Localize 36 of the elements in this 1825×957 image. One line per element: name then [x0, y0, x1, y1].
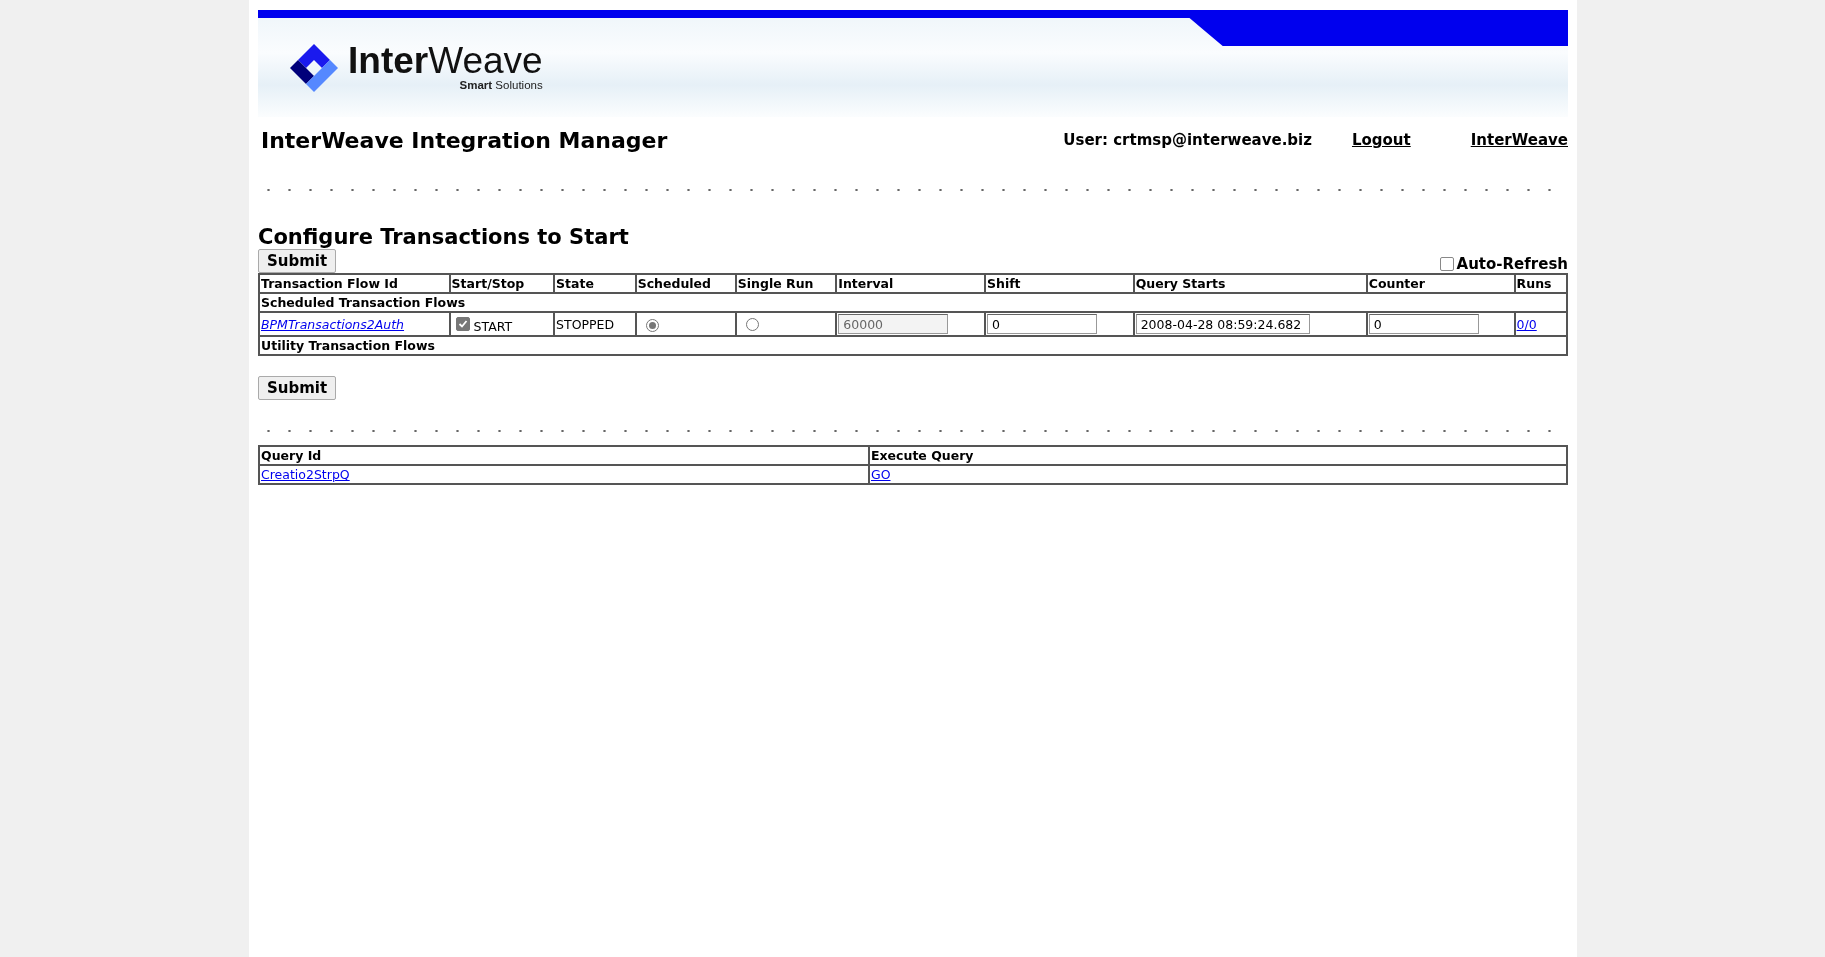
- logo-tagline: Smart Solutions: [459, 79, 543, 91]
- header-link[interactable]: InterWeave: [1470, 131, 1568, 149]
- section-heading: Configure Transactions to Start: [258, 225, 630, 250]
- go-link[interactable]: GO: [871, 467, 891, 483]
- user-label: User: crtmsp@interweave.biz: [1063, 131, 1312, 149]
- column-header: Scheduled: [635, 274, 736, 294]
- column-header: Execute Query: [869, 446, 1567, 466]
- single-run-radio[interactable]: [745, 317, 759, 331]
- submit-button[interactable]: Submit: [258, 376, 337, 401]
- start-checkbox[interactable]: [455, 317, 470, 332]
- diamond-logo-icon: [288, 41, 340, 94]
- column-header: Query Id: [259, 446, 869, 466]
- column-header: State: [554, 274, 636, 294]
- column-header: Query Starts: [1133, 274, 1367, 294]
- page-title: InterWeave Integration Manager: [261, 127, 669, 153]
- state-cell: STOPPED: [554, 312, 636, 337]
- auto-refresh-label: Auto-Refresh: [1456, 255, 1568, 274]
- scheduled-radio[interactable]: [645, 319, 659, 333]
- shift-field[interactable]: 0: [987, 314, 1097, 335]
- column-header: Shift: [985, 274, 1134, 294]
- column-header: Single Run: [735, 274, 837, 294]
- auto-refresh-checkbox[interactable]: [1439, 257, 1454, 272]
- logo-wordmark: InterWeave: [348, 42, 543, 79]
- start-label: START: [473, 318, 513, 334]
- column-header: Transaction Flow Id: [259, 274, 450, 294]
- header-link[interactable]: Logout: [1351, 131, 1411, 149]
- query-link[interactable]: Creatio2StrpQ: [261, 467, 350, 483]
- query-starts-field[interactable]: 2008-04-28 08:59:24.682: [1135, 314, 1310, 335]
- column-header: Interval: [836, 274, 985, 294]
- group-header: Utility Transaction Flows: [259, 336, 1567, 356]
- group-header: Scheduled Transaction Flows: [259, 293, 1567, 313]
- column-header: Counter: [1366, 274, 1515, 294]
- column-header: Runs: [1514, 274, 1567, 294]
- column-header: Start/Stop: [449, 274, 555, 294]
- counter-field[interactable]: 0: [1368, 314, 1479, 335]
- submit-button[interactable]: Submit: [258, 249, 337, 274]
